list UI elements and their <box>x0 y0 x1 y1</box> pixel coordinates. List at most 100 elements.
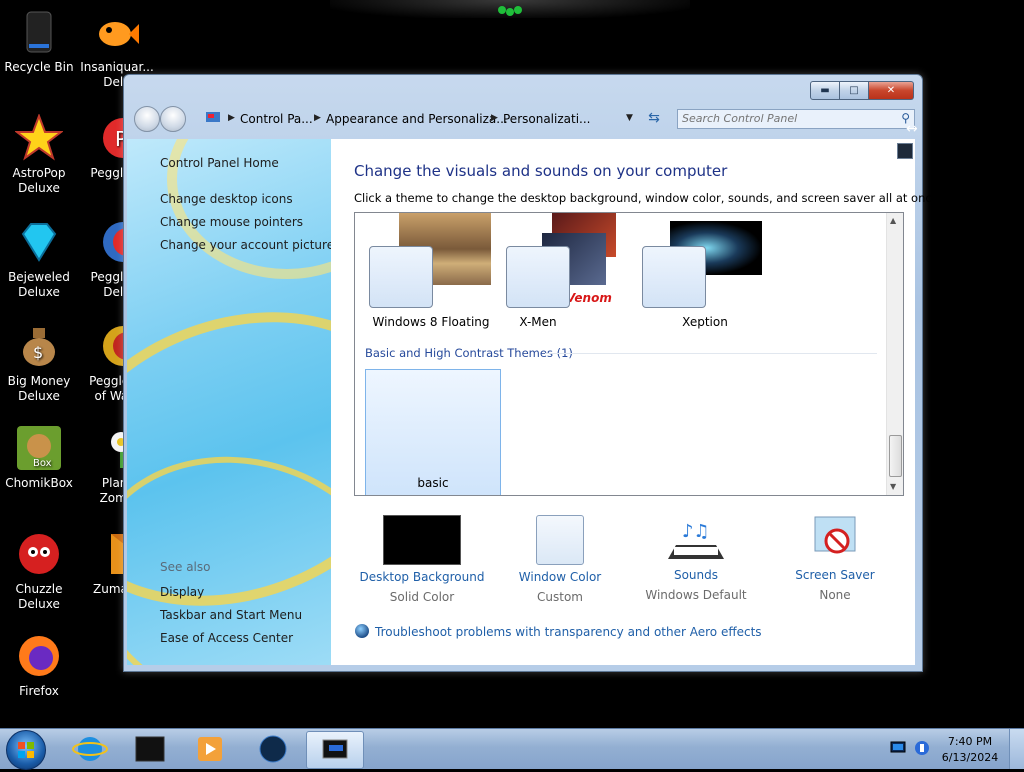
history-dropdown-icon[interactable]: ▼ <box>626 113 633 123</box>
troubleshoot-icon <box>355 624 369 638</box>
taskbar-app[interactable] <box>122 731 178 767</box>
desktop-icon-label: Big Money Deluxe <box>7 374 71 403</box>
theme-window-preview <box>369 246 433 308</box>
refresh-button[interactable]: ⇆ <box>642 107 666 129</box>
troubleshoot-link[interactable]: Troubleshoot problems with transparency … <box>355 624 762 639</box>
desktop-icon-label: Bejeweled Deluxe <box>8 270 70 299</box>
desktop-icon-chomikbox[interactable]: Box ChomikBox <box>1 424 77 491</box>
diamond-icon <box>15 218 63 266</box>
search-input[interactable] <box>678 110 892 126</box>
option-value: None <box>819 588 851 602</box>
group-title: Basic and High Contrast Themes (1) <box>365 346 573 360</box>
window-color-option[interactable]: Window Color Custom <box>495 515 625 604</box>
maximize-icon: □ <box>849 85 859 96</box>
theme-basic[interactable]: basic <box>365 369 501 495</box>
sounds-option[interactable]: ♪♫ Sounds Windows Default <box>631 515 761 602</box>
taskbar-app[interactable] <box>245 731 301 767</box>
window-content: Control Panel Home Change desktop icons … <box>127 139 942 665</box>
desktop-icon-label: Chuzzle Deluxe <box>15 582 63 611</box>
display-link[interactable]: Display <box>160 585 204 599</box>
desktop-icon-label: ChomikBox <box>5 476 73 490</box>
fish-game-icon <box>93 8 141 56</box>
chomikbox-icon: Box <box>15 424 63 472</box>
svg-text:♪♫: ♪♫ <box>682 521 710 542</box>
see-also-heading: See also <box>160 560 211 574</box>
theme-gallery-scrollbar[interactable]: ▲ ▼ <box>886 213 903 495</box>
desktop-top-glow <box>330 0 690 18</box>
minimize-icon: ▬ <box>820 85 830 96</box>
recycle-bin-icon <box>15 8 63 56</box>
taskbar: 7:40 PM 6/13/2024 <box>0 728 1024 770</box>
scrollbar-thumb[interactable] <box>889 435 902 477</box>
theme-gallery: Windows 8 Floating Venom X-Men Xeption B… <box>354 212 904 496</box>
tray-monitor-icon[interactable] <box>890 741 906 758</box>
desktop-icon-firefox[interactable]: Firefox <box>1 632 77 699</box>
search-box: ⚲ <box>677 109 915 129</box>
window-color-icon <box>536 515 584 565</box>
breadcrumb-control-panel[interactable]: Control Pa... <box>240 112 313 126</box>
group-divider <box>545 353 877 354</box>
breadcrumb-arrow-icon[interactable]: ▶ <box>491 113 498 123</box>
change-account-picture-link[interactable]: Change your account picture <box>160 238 331 252</box>
venom-logo: Venom <box>566 291 612 305</box>
navigation-bar: ▶ Control Pa... ▶ Appearance and Persona… <box>132 105 915 135</box>
page-description: Click a theme to change the desktop back… <box>354 191 943 205</box>
scroll-down-icon[interactable]: ▼ <box>890 482 896 491</box>
change-desktop-icons-link[interactable]: Change desktop icons <box>160 192 293 206</box>
back-button[interactable] <box>134 106 160 132</box>
clock-date: 6/13/2024 <box>941 751 999 764</box>
desktop-icon-recycle-bin[interactable]: Recycle Bin <box>1 8 77 75</box>
ease-of-access-link[interactable]: Ease of Access Center <box>160 631 293 645</box>
theme-name: basic <box>417 476 449 490</box>
taskbar-personalization[interactable] <box>306 731 364 769</box>
forward-button[interactable] <box>160 106 186 132</box>
close-button[interactable]: ✕ <box>869 81 914 100</box>
option-title[interactable]: Desktop Background <box>357 570 487 584</box>
desktop-icon-big-money[interactable]: $ Big Money Deluxe <box>1 322 77 404</box>
clock-time: 7:40 PM <box>947 735 993 748</box>
desktop-icon-label: Recycle Bin <box>4 60 74 74</box>
media-player-icon <box>198 737 222 761</box>
show-desktop-button[interactable] <box>1009 729 1024 769</box>
internet-explorer-icon <box>72 737 108 761</box>
desktop-icon-label: Firefox <box>19 684 59 698</box>
tray-network-icon[interactable] <box>914 740 930 759</box>
desktop-icon-astropop[interactable]: AstroPop Deluxe <box>1 113 77 196</box>
taskbar-media-player[interactable] <box>182 731 238 767</box>
option-title[interactable]: Window Color <box>495 570 625 584</box>
address-bar[interactable]: ▶ Control Pa... ▶ Appearance and Persona… <box>204 108 644 130</box>
minimize-button[interactable]: ▬ <box>810 81 840 100</box>
desktop-icon-bejeweled[interactable]: Bejeweled Deluxe <box>1 218 77 300</box>
change-mouse-pointers-link[interactable]: Change mouse pointers <box>160 215 303 229</box>
scroll-up-icon[interactable]: ▲ <box>890 216 896 225</box>
breadcrumb-arrow-icon[interactable]: ▶ <box>228 113 235 123</box>
personalization-window[interactable]: ▬ □ ✕ ▶ Control Pa... ▶ Appearance and P… <box>123 74 942 672</box>
help-button[interactable] <box>897 143 913 159</box>
option-title[interactable]: Screen Saver <box>770 568 900 582</box>
breadcrumb-appearance[interactable]: Appearance and Personaliza... <box>326 112 508 126</box>
window-controls: ▬ □ ✕ <box>810 81 914 100</box>
close-icon: ✕ <box>886 85 896 96</box>
screen-saver-icon <box>797 515 873 563</box>
maximize-button[interactable]: □ <box>840 81 869 100</box>
taskbar-start-menu-link[interactable]: Taskbar and Start Menu <box>160 608 302 622</box>
desktop-icon-chuzzle[interactable]: Chuzzle Deluxe <box>1 530 77 612</box>
taskbar-internet-explorer[interactable] <box>62 731 118 767</box>
option-title[interactable]: Sounds <box>631 568 761 582</box>
breadcrumb-personalization[interactable]: Personalizati... <box>503 112 590 126</box>
theme-name: Xeption <box>682 315 728 329</box>
page-title: Change the visuals and sounds on your co… <box>354 162 728 180</box>
desktop-background-option[interactable]: Desktop Background Solid Color <box>357 515 487 604</box>
start-button[interactable] <box>6 730 46 770</box>
screen-saver-option[interactable]: Screen Saver None <box>770 515 900 602</box>
black-window-icon <box>135 736 165 762</box>
breadcrumb-arrow-icon[interactable]: ▶ <box>314 113 321 123</box>
desktop-background-icon <box>383 515 461 565</box>
control-panel-icon <box>206 110 220 127</box>
system-clock[interactable]: 7:40 PM 6/13/2024 <box>940 734 1000 766</box>
desktop-icon-label: AstroPop Deluxe <box>12 166 66 195</box>
chuzzle-icon <box>15 530 63 578</box>
troubleshoot-text[interactable]: Troubleshoot problems with transparency … <box>375 625 762 639</box>
svg-text:Box: Box <box>33 458 52 469</box>
control-panel-home-link[interactable]: Control Panel Home <box>160 156 279 170</box>
